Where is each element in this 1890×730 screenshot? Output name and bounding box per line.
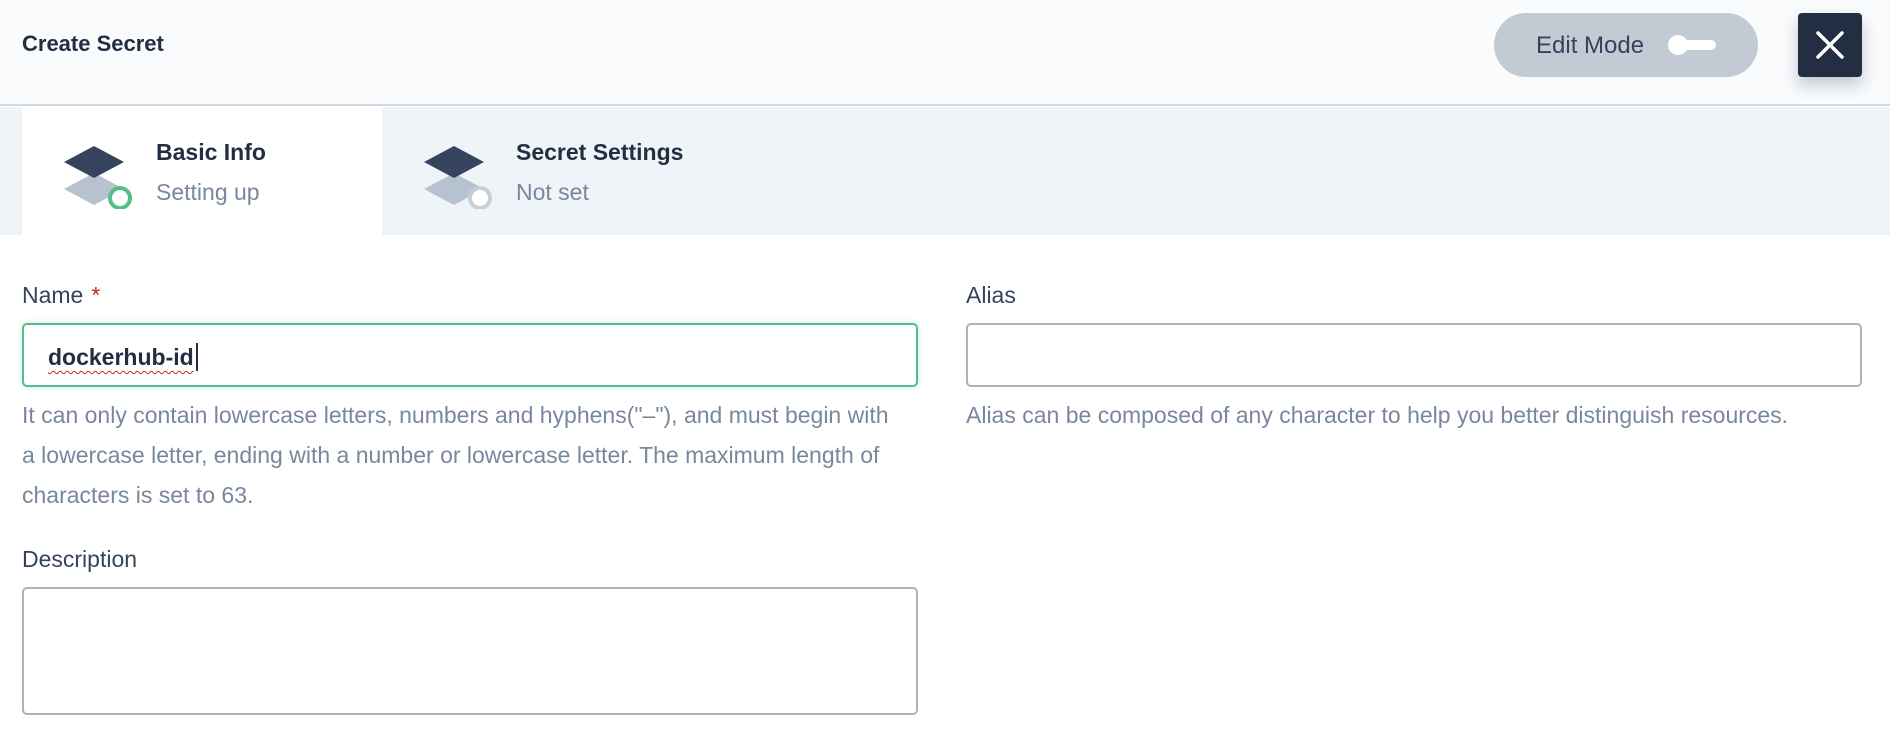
alias-label: Alias (966, 282, 1016, 308)
name-label-text: Name (22, 282, 84, 308)
modal-title: Create Secret (22, 31, 164, 56)
alias-help-text: Alias can be composed of any character t… (966, 402, 1789, 428)
name-help-text: It can only contain lowercase letters, n… (22, 402, 889, 508)
edit-mode-toggle[interactable]: Edit Mode (1494, 13, 1758, 77)
close-icon (1816, 31, 1844, 59)
description-label: Description (22, 546, 138, 572)
toggle-knob (1668, 35, 1688, 55)
step-tabs: Basic Info Setting up Secret Settings No… (0, 107, 1890, 235)
name-label: Name * (22, 282, 100, 309)
modal-header: Create Secret Edit Mode (0, 0, 1890, 106)
step-status: Not set (516, 179, 589, 205)
step-basic-info[interactable]: Basic Info Setting up (22, 107, 382, 235)
layers-icon (424, 146, 492, 209)
layers-icon (64, 146, 132, 209)
description-textarea[interactable] (22, 587, 918, 715)
close-button[interactable] (1798, 13, 1862, 77)
required-mark: * (91, 282, 101, 308)
step-status: Setting up (156, 179, 260, 205)
text-caret (196, 343, 198, 371)
alias-input[interactable] (966, 323, 1862, 387)
edit-mode-label: Edit Mode (1536, 32, 1645, 59)
name-input[interactable]: dockerhub-id (22, 323, 918, 387)
name-input-value: dockerhub-id (48, 344, 194, 370)
toggle-switch[interactable] (1668, 35, 1716, 55)
step-title: Basic Info (156, 139, 266, 165)
step-secret-settings[interactable]: Secret Settings Not set (382, 107, 802, 235)
step-title: Secret Settings (516, 139, 684, 165)
